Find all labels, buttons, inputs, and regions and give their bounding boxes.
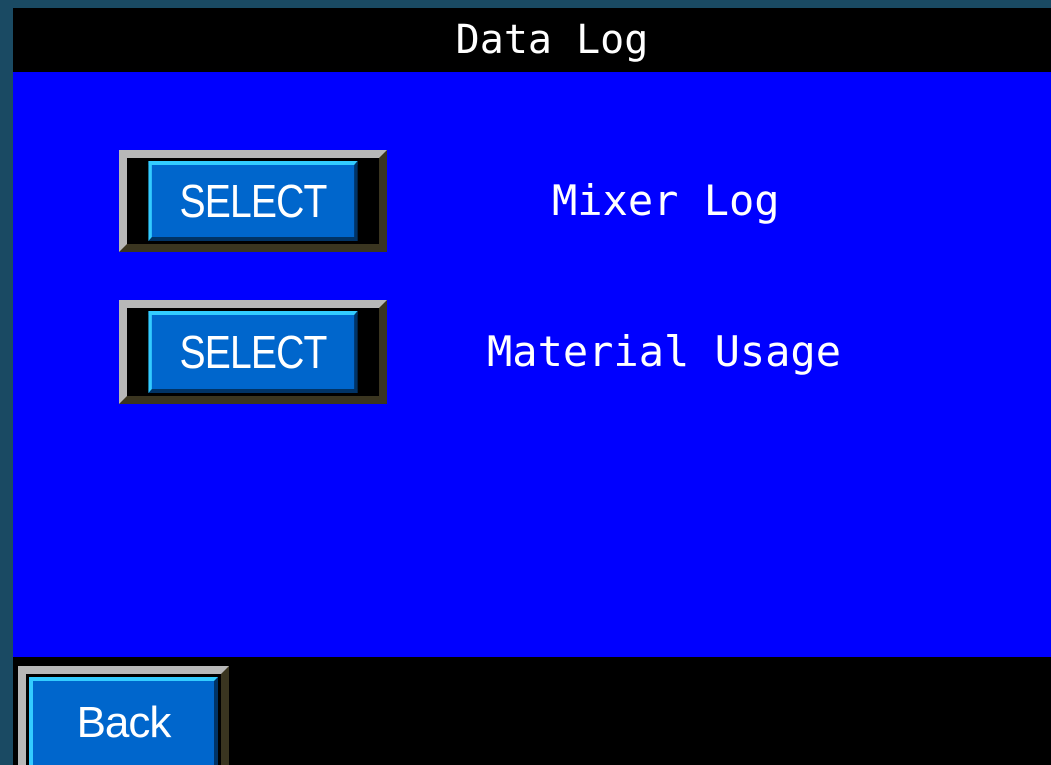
title-bar: Data Log (13, 8, 1051, 72)
window-frame (0, 0, 13, 765)
page-title: Data Log (455, 17, 649, 63)
select-button-label: SELECT (179, 326, 327, 378)
select-material-usage-button[interactable]: SELECT (119, 300, 387, 404)
select-mixer-log-button[interactable]: SELECT (119, 150, 387, 252)
back-button[interactable]: Back (18, 666, 229, 765)
material-usage-label: Material Usage (487, 327, 842, 376)
back-button-face[interactable]: Back (29, 677, 218, 765)
mixer-log-label: Mixer Log (552, 176, 780, 225)
back-button-label: Back (76, 698, 172, 747)
select-mixer-log-button-face[interactable]: SELECT (148, 161, 358, 241)
select-button-label: SELECT (179, 175, 327, 227)
select-material-usage-button-face[interactable]: SELECT (148, 311, 358, 393)
